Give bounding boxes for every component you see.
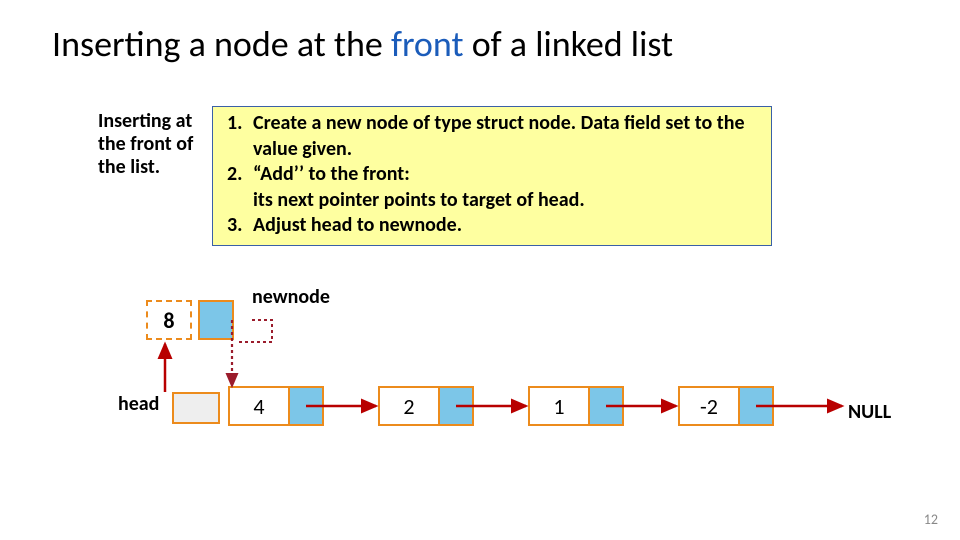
node-ptr-0: [288, 388, 322, 424]
node-data-3: -2: [680, 388, 738, 424]
new-node: 8: [146, 300, 234, 340]
steps-box: Create a new node of type struct node. D…: [212, 106, 772, 246]
list-node-1: 2: [378, 386, 474, 426]
title-accent: front: [391, 22, 464, 66]
new-node-data: 8: [146, 300, 192, 340]
title-post: of a linked list: [464, 22, 674, 66]
list-node-3: -2: [678, 386, 774, 426]
node-data-1: 2: [380, 388, 438, 424]
list-node-0: 4: [228, 386, 324, 426]
step-3: Adjust head to newnode.: [247, 213, 769, 239]
newnode-label: newnode: [252, 285, 330, 309]
node-data-2: 1: [530, 388, 588, 424]
title-pre: Inserting a node at the: [52, 22, 391, 66]
newnode-label-line: [236, 320, 272, 342]
head-ptr-box: [172, 392, 220, 424]
step-1: Create a new node of type struct node. D…: [247, 111, 769, 162]
node-ptr-3: [738, 388, 772, 424]
head-label: head: [118, 392, 159, 416]
step-2-text: “Add’’ to the front:: [253, 162, 410, 186]
step-2: “Add’’ to the front: its next pointer po…: [247, 162, 769, 213]
node-ptr-1: [438, 388, 472, 424]
step-2-sub: its next pointer points to target of hea…: [253, 188, 585, 212]
node-data-0: 4: [230, 388, 288, 424]
page-number: 12: [924, 511, 938, 528]
arrows-overlay: [0, 0, 960, 540]
slide-title: Inserting a node at the front of a linke…: [52, 22, 673, 66]
list-node-2: 1: [528, 386, 624, 426]
left-caption: Inserting at the front of the list.: [98, 110, 213, 179]
new-node-ptr: [198, 300, 234, 340]
null-label: NULL: [848, 400, 891, 424]
node-ptr-2: [588, 388, 622, 424]
